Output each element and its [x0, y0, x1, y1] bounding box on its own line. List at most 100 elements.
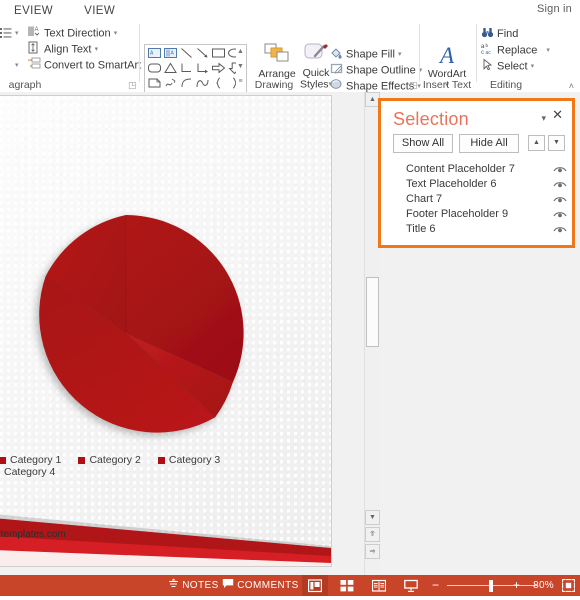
- convert-smartart-icon[interactable]: [28, 57, 41, 70]
- shape-fill-button[interactable]: Shape Fill ▾: [346, 48, 402, 61]
- shape-right-arrow-icon[interactable]: [211, 61, 226, 75]
- close-icon[interactable]: ✕: [552, 108, 563, 121]
- shape-textbox-icon[interactable]: A: [147, 46, 162, 60]
- shape-outline-button[interactable]: Shape Outline ▾: [346, 64, 422, 77]
- shape-line-arrow-icon[interactable]: [195, 46, 210, 60]
- legend-item: Category 3: [158, 454, 220, 466]
- previous-slide-button[interactable]: ⥣: [365, 527, 380, 542]
- drawing-dialog-launcher[interactable]: ◳: [409, 81, 418, 90]
- pane-options-chevron-down-icon[interactable]: ▾: [541, 113, 546, 124]
- reading-view-button[interactable]: [366, 575, 392, 596]
- normal-view-button[interactable]: [302, 575, 328, 596]
- list-item[interactable]: Chart 7: [391, 193, 569, 208]
- notes-label: NOTES: [182, 580, 218, 591]
- slideshow-icon: [404, 579, 418, 593]
- shape-elbow-connector-icon[interactable]: [179, 61, 194, 75]
- collapse-ribbon-button[interactable]: ˄: [569, 81, 574, 91]
- shape-line-icon[interactable]: [179, 46, 194, 60]
- shape-outline-icon[interactable]: [330, 62, 343, 75]
- scrollbar-thumb[interactable]: [366, 277, 379, 347]
- text-direction-icon[interactable]: A: [28, 25, 41, 38]
- quick-styles-icon: [302, 42, 330, 64]
- align-text-icon[interactable]: [28, 41, 41, 54]
- slideshow-view-button[interactable]: [398, 575, 424, 596]
- group-label-paragraph: agraph: [0, 79, 50, 91]
- eye-icon[interactable]: [553, 194, 567, 205]
- move-backward-button[interactable]: ▼: [548, 135, 565, 151]
- selection-item-label: Content Placeholder 7: [406, 163, 515, 175]
- replace-icon[interactable]: a b c ac: [481, 42, 494, 55]
- align-text-chevron-down-icon[interactable]: ▾: [95, 46, 99, 53]
- sign-in-link[interactable]: Sign in: [537, 3, 572, 15]
- select-button[interactable]: Select ▾: [497, 60, 534, 73]
- align-text-button[interactable]: Align Text ▾: [44, 43, 98, 56]
- select-pointer-icon[interactable]: [481, 58, 494, 71]
- notes-button[interactable]: NOTES: [168, 575, 219, 596]
- legend-label: Category 2: [89, 454, 140, 466]
- zoom-in-button[interactable]: +: [513, 575, 520, 596]
- text-direction-chevron-down-icon[interactable]: ▾: [114, 30, 118, 37]
- next-slide-button[interactable]: ⥤: [365, 544, 380, 559]
- bullets-icon[interactable]: [0, 26, 13, 39]
- slide-sorter-icon: [340, 579, 354, 593]
- group-label-insert-text: Insert Text: [419, 79, 475, 91]
- zoom-level-label[interactable]: 80%: [533, 575, 554, 596]
- chart-7[interactable]: [0, 211, 283, 461]
- shape-rounded-rectangle-icon[interactable]: [147, 61, 162, 75]
- list-item[interactable]: Content Placeholder 7: [391, 163, 569, 178]
- svg-text:b: b: [486, 43, 489, 48]
- chart-legend[interactable]: Category 1 Category 2 Category 3 Categor…: [0, 454, 293, 472]
- shape-fill-chevron-down-icon[interactable]: ▾: [398, 51, 402, 58]
- zoom-out-button[interactable]: −: [432, 575, 439, 596]
- arrange-icon: [263, 42, 291, 64]
- eye-icon[interactable]: [553, 164, 567, 175]
- shape-triangle-icon[interactable]: [163, 61, 178, 75]
- list-item[interactable]: Footer Placeholder 9: [391, 208, 569, 223]
- hide-all-button[interactable]: Hide All: [459, 134, 519, 153]
- text-direction-button[interactable]: Text Direction ▾: [44, 27, 117, 40]
- replace-button[interactable]: Replace ▾: [497, 44, 550, 57]
- select-chevron-down-icon[interactable]: ▾: [531, 63, 535, 70]
- legend-label: Category 1: [10, 454, 61, 466]
- shape-rectangle-icon[interactable]: [211, 46, 226, 60]
- group-separator-3: [476, 24, 477, 82]
- eye-icon[interactable]: [553, 179, 567, 190]
- find-binoculars-icon[interactable]: [481, 26, 494, 39]
- zoom-slider-thumb[interactable]: [489, 580, 493, 592]
- shape-elbow-arrow-connector-icon[interactable]: [195, 61, 210, 75]
- legend-swatch-icon: [158, 457, 165, 464]
- paragraph-dialog-launcher[interactable]: ◳: [128, 81, 137, 90]
- fit-slide-button[interactable]: [562, 579, 575, 592]
- eye-icon[interactable]: [553, 224, 567, 235]
- eye-icon[interactable]: [553, 209, 567, 220]
- selection-pane: Selection ▾ ✕ Show All Hide All ▲ ▼ Cont…: [378, 98, 575, 248]
- list-item[interactable]: Title 6: [391, 223, 569, 238]
- find-button[interactable]: Find: [497, 28, 518, 41]
- pie-chart[interactable]: [1, 211, 251, 456]
- legend-item: Category 2: [78, 454, 140, 466]
- select-label: Select: [497, 60, 528, 72]
- shapes-scroll-up-button[interactable]: ▲: [236, 45, 245, 59]
- shape-vertical-textbox-icon[interactable]: A: [163, 46, 178, 60]
- legend-swatch-icon: [78, 457, 85, 464]
- shape-fill-label: Shape Fill: [346, 48, 395, 60]
- selection-item-label: Chart 7: [406, 193, 442, 205]
- shapes-scroll-down-button[interactable]: ▼: [236, 60, 245, 74]
- footer-placeholder-9[interactable]: pointtemplates.com: [0, 529, 66, 540]
- bullets-chevron-down-icon[interactable]: ▾: [15, 29, 19, 37]
- replace-chevron-down-icon[interactable]: ▾: [546, 47, 550, 54]
- show-all-button[interactable]: Show All: [393, 134, 453, 153]
- tab-review[interactable]: EVIEW: [0, 3, 67, 19]
- status-bar: NOTES COMMENTS − + 80: [0, 575, 580, 596]
- slide-canvas[interactable]: Category 1 Category 2 Category 3 Categor…: [0, 95, 332, 567]
- comments-button[interactable]: COMMENTS: [222, 575, 299, 596]
- scroll-down-button[interactable]: ▼: [365, 510, 380, 525]
- slide-sorter-view-button[interactable]: [334, 575, 360, 596]
- shape-fill-icon[interactable]: [330, 46, 343, 59]
- convert-smartart-button[interactable]: Convert to SmartArt ▾: [44, 59, 148, 72]
- move-forward-button[interactable]: ▲: [528, 135, 545, 151]
- paragraph-chevron-down-icon[interactable]: ▾: [15, 61, 19, 69]
- list-item[interactable]: Text Placeholder 6: [391, 178, 569, 193]
- notes-icon: [168, 578, 179, 589]
- tab-view[interactable]: VIEW: [70, 3, 129, 19]
